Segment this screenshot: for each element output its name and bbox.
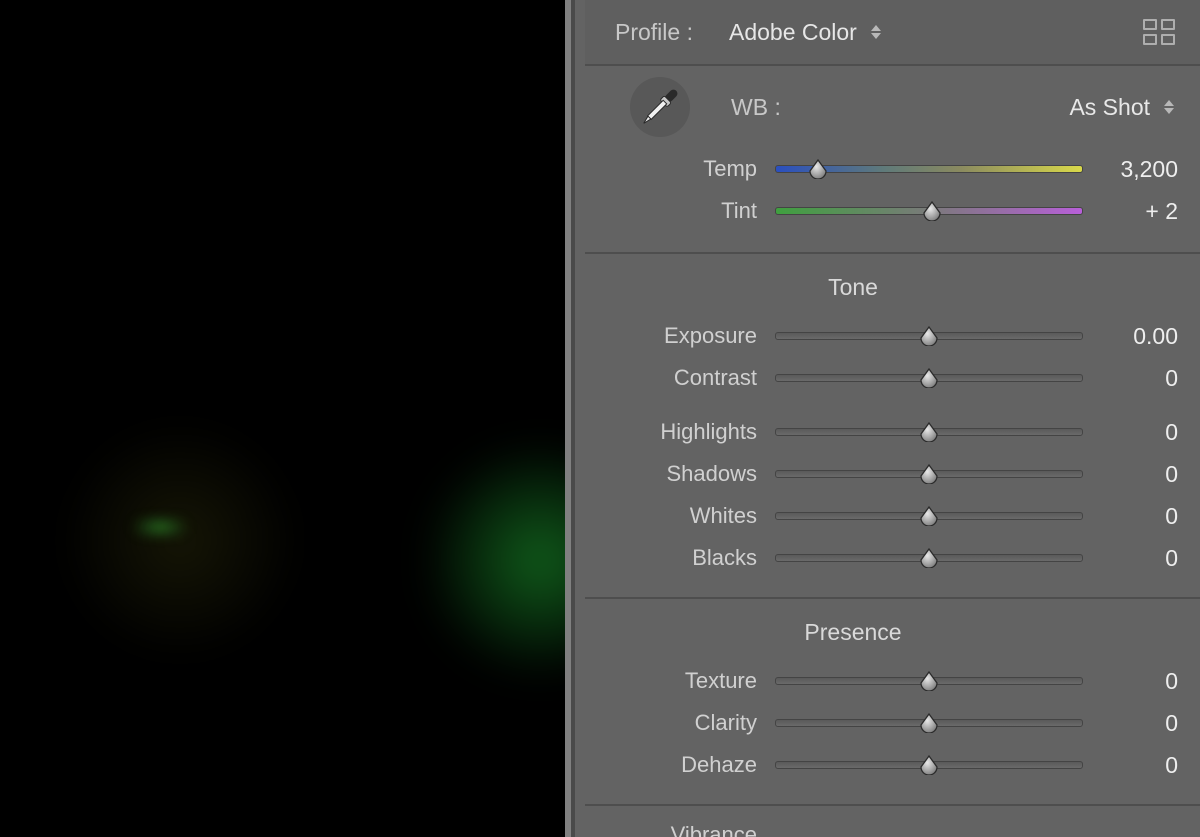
- wb-dropdown[interactable]: As Shot: [1069, 94, 1174, 121]
- preview-blur: [430, 430, 565, 690]
- wb-label: WB :: [731, 94, 781, 121]
- temp-label: Temp: [615, 156, 775, 182]
- whites-slider-row: Whites 0: [615, 495, 1178, 537]
- profile-value: Adobe Color: [729, 19, 857, 46]
- contrast-slider[interactable]: [775, 363, 1083, 393]
- dehaze-label: Dehaze: [615, 752, 775, 778]
- contrast-value[interactable]: 0: [1083, 365, 1178, 392]
- texture-slider-row: Texture 0: [615, 660, 1178, 702]
- texture-label: Texture: [615, 668, 775, 694]
- shadows-slider[interactable]: [775, 459, 1083, 489]
- contrast-slider-row: Contrast 0: [615, 357, 1178, 399]
- highlights-slider[interactable]: [775, 417, 1083, 447]
- texture-value[interactable]: 0: [1083, 668, 1178, 695]
- tone-heading: Tone: [723, 274, 983, 301]
- shadows-value[interactable]: 0: [1083, 461, 1178, 488]
- temp-slider[interactable]: [775, 154, 1083, 184]
- whites-label: Whites: [615, 503, 775, 529]
- whites-slider[interactable]: [775, 501, 1083, 531]
- exposure-value[interactable]: 0.00: [1083, 323, 1178, 350]
- temp-value[interactable]: 3,200: [1083, 156, 1178, 183]
- profile-browser-button[interactable]: [1140, 16, 1178, 48]
- profile-dropdown[interactable]: Adobe Color: [729, 19, 881, 46]
- shadows-slider-row: Shadows 0: [615, 453, 1178, 495]
- tint-slider-row: Tint + 2: [615, 190, 1178, 232]
- clarity-slider-row: Clarity 0: [615, 702, 1178, 744]
- updown-icon: [1164, 100, 1174, 114]
- blacks-slider-row: Blacks 0: [615, 537, 1178, 579]
- image-preview[interactable]: [0, 0, 565, 837]
- blacks-value[interactable]: 0: [1083, 545, 1178, 572]
- wb-value: As Shot: [1069, 94, 1150, 121]
- highlights-value[interactable]: 0: [1083, 419, 1178, 446]
- blacks-slider[interactable]: [775, 543, 1083, 573]
- profile-row: Profile : Adobe Color: [585, 0, 1200, 66]
- exposure-label: Exposure: [615, 323, 775, 349]
- dehaze-slider[interactable]: [775, 750, 1083, 780]
- dehaze-slider-row: Dehaze 0: [615, 744, 1178, 786]
- exposure-slider-row: Exposure 0.00: [615, 315, 1178, 357]
- whites-value[interactable]: 0: [1083, 503, 1178, 530]
- clarity-slider[interactable]: [775, 708, 1083, 738]
- preview-blur: [120, 520, 200, 534]
- exposure-slider[interactable]: [775, 321, 1083, 351]
- highlights-slider-row: Highlights 0: [615, 411, 1178, 453]
- shadows-label: Shadows: [615, 461, 775, 487]
- white-balance-section: WB : As Shot Temp 3,200 Tint: [585, 66, 1200, 254]
- eyedropper-icon: [631, 78, 689, 136]
- develop-panel: Profile : Adobe Color: [585, 0, 1200, 837]
- highlights-label: Highlights: [615, 419, 775, 445]
- tint-slider[interactable]: [775, 196, 1083, 226]
- blacks-label: Blacks: [615, 545, 775, 571]
- temp-slider-row: Temp 3,200: [615, 148, 1178, 190]
- texture-slider[interactable]: [775, 666, 1083, 696]
- updown-icon: [871, 25, 881, 39]
- profile-label: Profile :: [615, 19, 693, 46]
- preview-blur: [60, 420, 300, 660]
- vibrance-label: Vibrance: [615, 822, 775, 837]
- tint-value[interactable]: + 2: [1083, 198, 1178, 225]
- presence-section: Presence Texture 0 Clarity 0 Dehaze 0: [585, 599, 1200, 806]
- wb-eyedropper-tool[interactable]: [630, 77, 690, 137]
- panel-divider[interactable]: [565, 0, 585, 837]
- clarity-label: Clarity: [615, 710, 775, 736]
- vibrance-section-partial: Vibrance: [585, 806, 1200, 837]
- contrast-label: Contrast: [615, 365, 775, 391]
- tone-section: Tone Exposure 0.00 Contrast 0 Highlights: [585, 254, 1200, 599]
- presence-heading: Presence: [723, 619, 983, 646]
- dehaze-value[interactable]: 0: [1083, 752, 1178, 779]
- tint-label: Tint: [615, 198, 775, 224]
- clarity-value[interactable]: 0: [1083, 710, 1178, 737]
